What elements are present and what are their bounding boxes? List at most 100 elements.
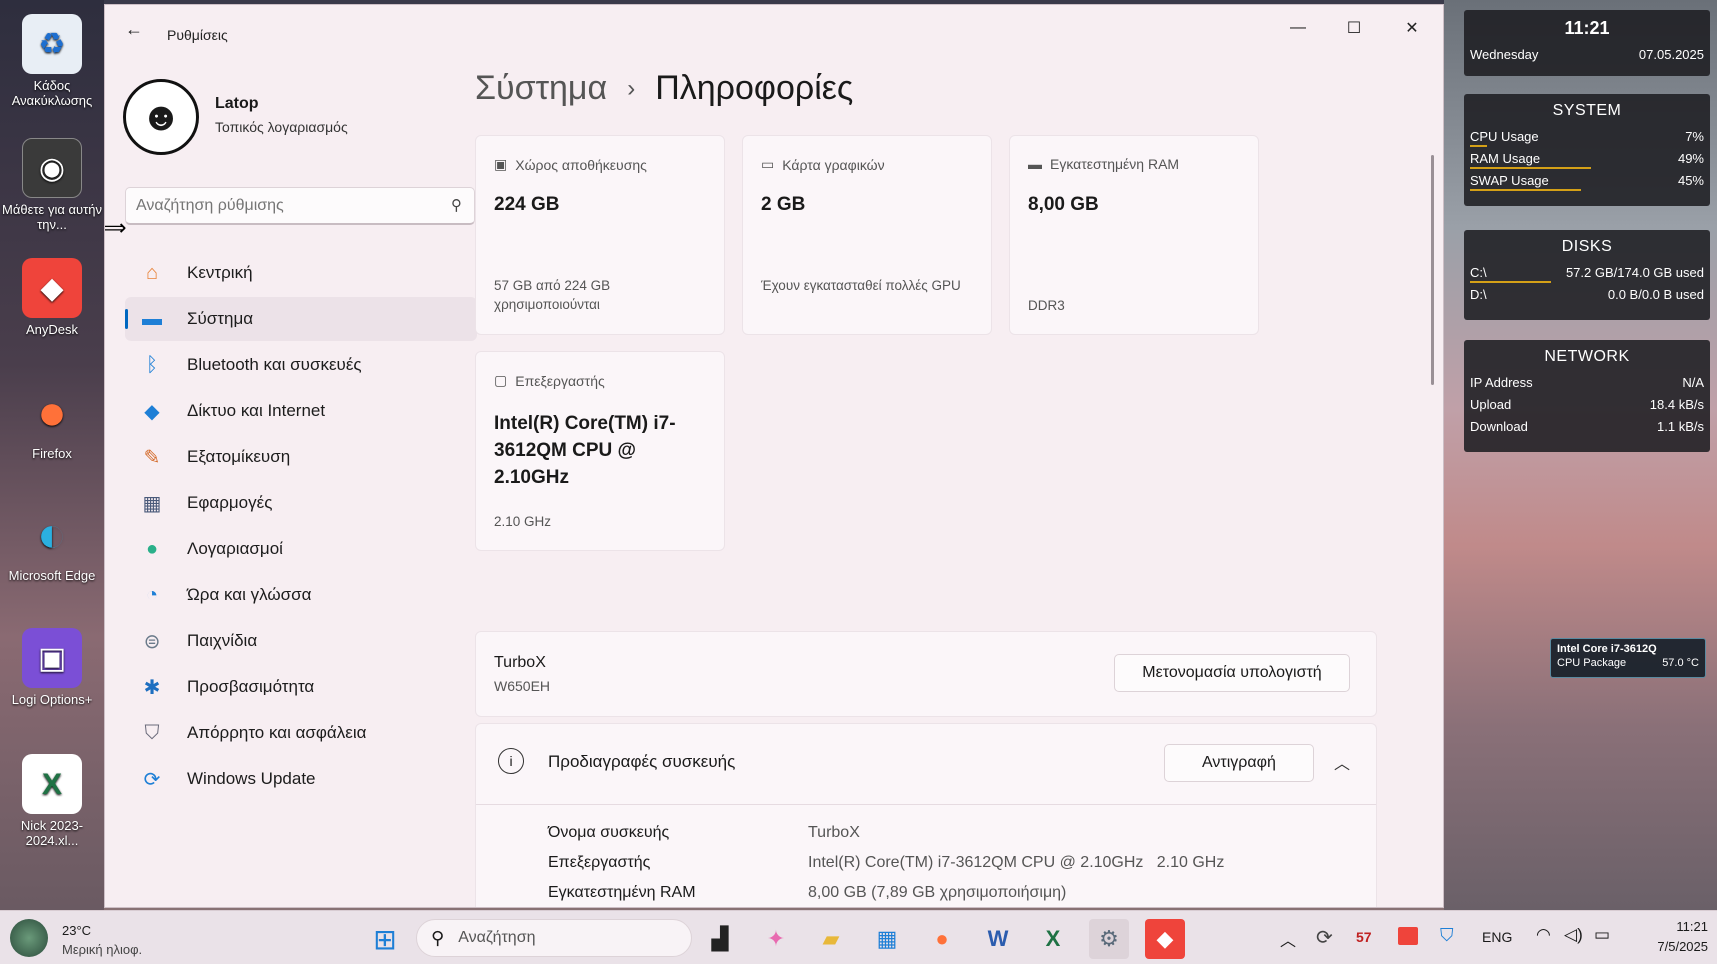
ram-value: 8,00 GB [1028, 194, 1099, 215]
desktop-icon-logi[interactable]: ▣ Logi Options+ [2, 628, 102, 707]
gpu-value: 2 GB [761, 194, 806, 215]
sync-icon[interactable]: ⟳ [1316, 925, 1333, 950]
scrollbar[interactable] [1431, 155, 1434, 385]
start-button-icon[interactable]: ⊞ [365, 919, 405, 959]
back-arrow-icon[interactable]: ← [125, 19, 143, 40]
storage-card[interactable]: ▣ Χώρος αποθήκευσης 224 GB 57 GB από 224 … [475, 135, 725, 335]
taskbar: 23°C Μερική ηλιοφ. ⊞ ⚲ Αναζήτηση ▟ ✦ ▰ ▦… [0, 910, 1717, 964]
search-icon: ⚲ [431, 927, 445, 948]
language-indicator[interactable]: ENG [1482, 929, 1512, 945]
spec-value-ram: 8,00 GB (7,89 GB χρησιμοποιήσιμη) [808, 884, 1067, 901]
desktop-icon-excel-file[interactable]: X Nick 2023-2024.xl... [2, 754, 102, 848]
desktop-icon-anydesk[interactable]: ◆ AnyDesk [2, 258, 102, 337]
anydesk-icon: ◆ [22, 258, 82, 318]
cpu-icon: ▢ [494, 372, 508, 388]
network-icon: ◆ [144, 400, 160, 423]
taskbar-date[interactable]: 7/5/2025 [1628, 939, 1708, 954]
firefox-icon: ● [36, 383, 68, 440]
copilot-icon[interactable]: ✦ [756, 919, 796, 959]
clock-time: 11:21 [1564, 18, 1610, 38]
sidebar-item-home[interactable]: ⌂ Κεντρική [125, 251, 477, 295]
volume-icon[interactable]: ◁) [1564, 925, 1583, 945]
sidebar-item-bluetooth[interactable]: ᛒ Bluetooth και συσκευές [125, 343, 477, 387]
firefox-taskbar-icon[interactable]: ● [922, 919, 962, 959]
excel-icon[interactable]: X [1033, 919, 1073, 959]
gpu-sub: Έχουν εγκατασταθεί πολλές GPU [761, 278, 961, 293]
chevron-up-icon[interactable]: ︿ [1334, 750, 1350, 774]
storage-icon: ▣ [494, 156, 508, 172]
gpu-label: Κάρτα γραφικών [782, 156, 885, 173]
sidebar-item-gaming[interactable]: ⊜ Παιχνίδια [125, 619, 477, 663]
upload-label: Upload [1470, 397, 1512, 412]
chevron-up-icon[interactable]: ︿ [1280, 927, 1296, 951]
anydesk-tray-icon[interactable] [1398, 927, 1418, 945]
system-icon: ▬ [142, 307, 162, 330]
cpu-label: Επεξεργαστής [515, 372, 605, 389]
desktop-icon-firefox[interactable]: ● Firefox [2, 382, 102, 462]
search-box[interactable]: ⚲ [125, 187, 475, 225]
ip-address-value: N/A [1682, 375, 1704, 390]
rename-pc-button[interactable]: Μετονομασία υπολογιστή [1114, 654, 1350, 692]
ram-usage-bar [1470, 167, 1591, 169]
weather-temp[interactable]: 23°C [62, 923, 91, 938]
tray-badge[interactable]: 57 [1356, 929, 1372, 945]
desktop-icon-label: Logi Options+ [11, 692, 93, 707]
personalization-icon: ✎ [143, 446, 161, 469]
download-label: Download [1470, 419, 1528, 434]
desktop-icon-learn[interactable]: ◉ Μάθετε για αυτήν την... [2, 138, 102, 232]
taskbar-search[interactable]: ⚲ Αναζήτηση [416, 919, 692, 957]
sidebar-item-label: Δίκτυο και Internet [187, 401, 326, 420]
clock-date: 07.05.2025 [1638, 47, 1704, 62]
copy-specs-button[interactable]: Αντιγραφή [1164, 744, 1314, 782]
weather-desc[interactable]: Μερική ηλιοφ. [62, 942, 142, 957]
gpu-card[interactable]: ▭ Κάρτα γραφικών 2 GB Έχουν εγκατασταθεί … [742, 135, 992, 335]
network-widget: NETWORK IP Address N/A Upload 18.4 kB/s … [1464, 340, 1710, 452]
info-icon: i [498, 748, 524, 774]
sidebar-item-system[interactable]: ▬ Σύστημα [125, 297, 477, 341]
defender-icon[interactable]: ⛉ [1440, 925, 1454, 946]
sidebar-item-network[interactable]: ◆ Δίκτυο και Internet [125, 389, 477, 433]
swap-usage-bar [1470, 189, 1581, 191]
spec-label-ram: Εγκατεστημένη RAM [548, 884, 696, 901]
sidebar-item-privacy-shield[interactable]: ⛉ Απόρρητο και ασφάλεια [125, 711, 477, 755]
cpu-usage-label: CPU Usage [1470, 129, 1539, 144]
word-icon[interactable]: W [978, 919, 1018, 959]
sidebar-item-windows-update[interactable]: ⟳ Windows Update [125, 757, 477, 801]
desktop-icon-edge[interactable]: ◐ Microsoft Edge [2, 504, 102, 584]
storage-sub: 57 GB από 224 GB χρησιμοποιούνται [494, 278, 611, 312]
breadcrumb-parent[interactable]: Σύστημα [475, 69, 607, 108]
desktop-icon-recycle-bin[interactable]: ♻ Κάδος Ανακύκλωσης [2, 14, 102, 108]
search-input[interactable] [136, 194, 426, 218]
desktop-left: ♻ Κάδος Ανακύκλωσης ◉ Μάθετε για αυτήν τ… [0, 0, 104, 910]
sidebar-item-time-language[interactable]: ◔ Ώρα και γλώσσα [125, 573, 477, 617]
sidebar-item-label: Windows Update [187, 769, 316, 788]
ram-card[interactable]: ▬ Εγκατεστημένη RAM 8,00 GB DDR3 [1009, 135, 1259, 335]
taskbar-time[interactable]: 11:21 [1638, 919, 1708, 934]
cpu-card[interactable]: ▢ Επεξεργαστής Intel(R) Core(TM) i7-3612Q… [475, 351, 725, 551]
ram-usage-row: RAM Usage 49% [1464, 148, 1710, 170]
spec-value-processor: Intel(R) Core(TM) i7-3612QM CPU @ 2.10GH… [808, 854, 1225, 871]
spec-label-device-name: Όνομα συσκευής [548, 824, 670, 841]
ms-store-icon[interactable]: ▦ [867, 919, 907, 959]
weather-icon[interactable] [10, 919, 48, 957]
disk-c-bar [1470, 281, 1552, 283]
ram-label: Εγκατεστημένη RAM [1050, 156, 1180, 172]
sidebar-item-accounts[interactable]: ● Λογαριασμοί [125, 527, 477, 571]
edge-icon: ◐ [36, 505, 68, 562]
breadcrumb-separator: › [627, 74, 636, 102]
wifi-icon[interactable]: ◠ [1536, 925, 1551, 945]
desktop-icon-label: Μάθετε για αυτήν την... [2, 202, 102, 232]
sidebar-item-accessibility[interactable]: ✱ Προσβασιμότητα [125, 665, 477, 709]
file-explorer-icon[interactable]: ▰ [811, 919, 851, 959]
clock-day: Wednesday [1470, 47, 1539, 62]
cpu-usage-bar [1470, 145, 1488, 147]
sidebar-item-apps[interactable]: ▦ Εφαρμογές [125, 481, 477, 525]
device-specs-card: i Προδιαγραφές συσκευής Αντιγραφή ︿ Όνομ… [475, 723, 1377, 907]
ram-usage-value: 49% [1677, 151, 1704, 166]
settings-gear-icon[interactable]: ⚙ [1089, 919, 1129, 959]
task-view-icon[interactable]: ▟ [700, 919, 740, 959]
sidebar-item-personalization[interactable]: ✎ Εξατομίκευση [125, 435, 477, 479]
anydesk-taskbar-icon[interactable]: ◆ [1145, 919, 1185, 959]
avatar[interactable]: ☻ [123, 79, 199, 155]
battery-icon[interactable]: ▭ [1594, 925, 1610, 945]
